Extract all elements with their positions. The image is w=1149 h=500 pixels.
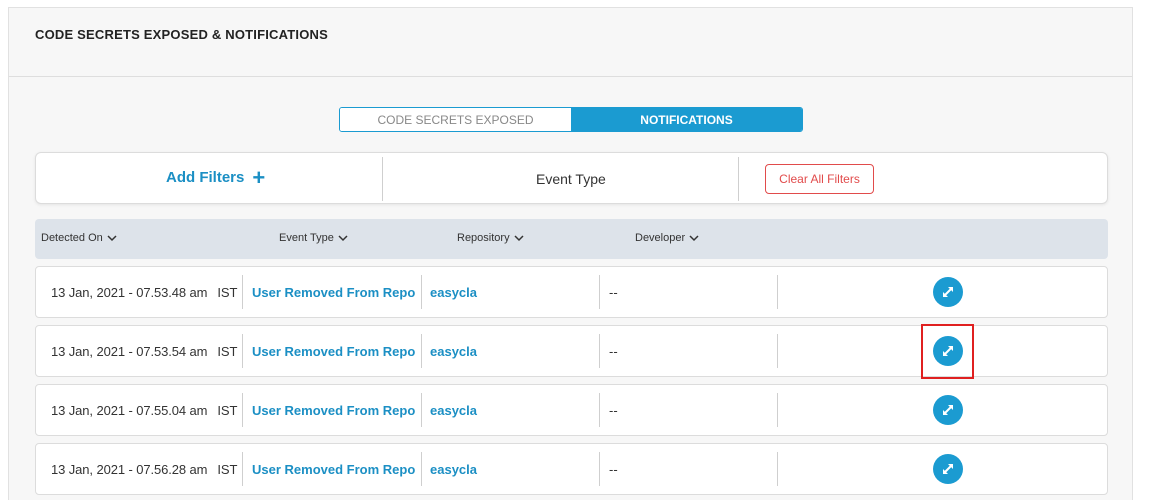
divider <box>421 275 422 309</box>
timezone-text: IST <box>217 343 238 359</box>
event-type-link[interactable]: User Removed From Repo <box>252 444 415 494</box>
column-repository[interactable]: Repository <box>457 232 525 244</box>
timezone-text: IST <box>217 284 238 300</box>
timezone-text: IST <box>217 461 238 477</box>
expand-icon <box>943 464 953 474</box>
divider <box>421 393 422 427</box>
filter-bar: Add Filters + Event Type Clear All Filte… <box>35 152 1108 204</box>
clear-all-filters-button[interactable]: Clear All Filters <box>765 164 874 194</box>
repository-link[interactable]: easycla <box>430 385 477 435</box>
divider <box>242 334 243 368</box>
detected-on-cell: 13 Jan, 2021 - 07.55.04 am IST <box>51 385 237 435</box>
repository-link[interactable]: easycla <box>430 267 477 317</box>
expand-button[interactable] <box>933 395 963 425</box>
divider <box>421 334 422 368</box>
developer-cell: -- <box>609 402 618 418</box>
detected-on-cell: 13 Jan, 2021 - 07.53.48 am IST <box>51 267 237 317</box>
divider <box>777 334 778 368</box>
divider <box>777 275 778 309</box>
detected-on-cell: 13 Jan, 2021 - 07.53.54 am IST <box>51 326 237 376</box>
event-type-link[interactable]: User Removed From Repo <box>252 267 415 317</box>
tab-code-secrets-exposed[interactable]: CODE SECRETS EXPOSED <box>340 108 571 131</box>
divider <box>382 157 383 201</box>
timezone-text: IST <box>217 402 238 418</box>
event-type-link[interactable]: User Removed From Repo <box>252 326 415 376</box>
expand-button[interactable] <box>933 277 963 307</box>
tab-notifications[interactable]: NOTIFICATIONS <box>571 108 802 131</box>
divider <box>777 393 778 427</box>
date-text: 13 Jan, 2021 - 07.56.28 am <box>51 461 208 477</box>
column-label: Event Type <box>279 232 334 244</box>
table-row: 13 Jan, 2021 - 07.53.48 am IST User Remo… <box>35 266 1108 318</box>
chevron-down-icon <box>689 235 699 242</box>
table-row: 13 Jan, 2021 - 07.56.28 am IST User Remo… <box>35 443 1108 495</box>
divider <box>738 157 739 201</box>
event-type-link[interactable]: User Removed From Repo <box>252 385 415 435</box>
add-filters-label: Add Filters <box>166 169 245 186</box>
divider <box>242 393 243 427</box>
divider <box>599 275 600 309</box>
divider <box>242 452 243 486</box>
column-label: Detected On <box>41 232 103 244</box>
expand-icon <box>943 405 953 415</box>
developer-cell: -- <box>609 461 618 477</box>
chevron-down-icon <box>514 235 524 242</box>
highlight-annotation-box <box>921 324 974 379</box>
expand-button[interactable] <box>933 454 963 484</box>
date-text: 13 Jan, 2021 - 07.53.54 am <box>51 343 208 359</box>
column-event-type[interactable]: Event Type <box>279 232 349 244</box>
column-developer[interactable]: Developer <box>635 232 700 244</box>
repository-link[interactable]: easycla <box>430 444 477 494</box>
table-header: Detected On Event Type Repository Develo… <box>35 219 1108 259</box>
divider <box>599 452 600 486</box>
developer-cell: -- <box>609 343 618 359</box>
add-filters-button[interactable]: Add Filters + <box>166 164 266 190</box>
divider <box>777 452 778 486</box>
date-text: 13 Jan, 2021 - 07.53.48 am <box>51 284 208 300</box>
divider <box>599 334 600 368</box>
panel-header: CODE SECRETS EXPOSED & NOTIFICATIONS <box>9 8 1132 77</box>
notifications-panel: CODE SECRETS EXPOSED & NOTIFICATIONS COD… <box>8 7 1133 500</box>
divider <box>242 275 243 309</box>
divider <box>421 452 422 486</box>
plus-icon: + <box>252 164 266 190</box>
view-toggle: CODE SECRETS EXPOSED NOTIFICATIONS <box>339 107 803 132</box>
expand-icon <box>943 287 953 297</box>
panel-title: CODE SECRETS EXPOSED & NOTIFICATIONS <box>35 27 328 42</box>
event-type-filter[interactable]: Event Type <box>536 171 606 187</box>
column-label: Developer <box>635 232 686 244</box>
column-label: Repository <box>457 232 510 244</box>
table-row: 13 Jan, 2021 - 07.55.04 am IST User Remo… <box>35 384 1108 436</box>
detected-on-cell: 13 Jan, 2021 - 07.56.28 am IST <box>51 444 237 494</box>
repository-link[interactable]: easycla <box>430 326 477 376</box>
chevron-down-icon <box>338 235 348 242</box>
column-detected-on[interactable]: Detected On <box>41 232 118 244</box>
chevron-down-icon <box>107 235 117 242</box>
divider <box>599 393 600 427</box>
date-text: 13 Jan, 2021 - 07.55.04 am <box>51 402 208 418</box>
developer-cell: -- <box>609 284 618 300</box>
